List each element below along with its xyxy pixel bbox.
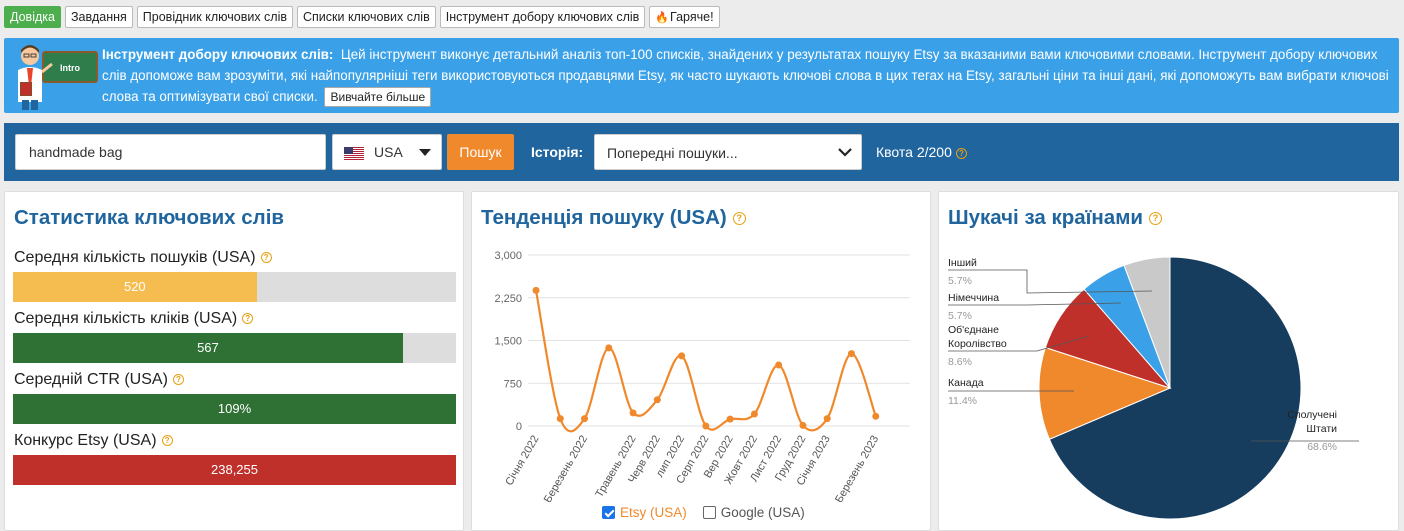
stat-bar-fill: 567 <box>13 333 403 363</box>
help-icon[interactable]: ? <box>955 147 967 159</box>
y-tick-label: 0 <box>516 421 522 433</box>
stat-label: Середній CTR (USA)? <box>14 371 184 389</box>
trend-point <box>847 350 855 358</box>
tab-hot-label: Гаряче! <box>670 10 714 24</box>
stat-label-text: Середня кількість кліків (USA) <box>14 310 238 327</box>
us-flag-icon <box>344 147 364 160</box>
history-select-value: Попередні пошуки... <box>607 145 738 161</box>
stat-bar-fill: 238,255 <box>13 455 456 485</box>
keyword-input[interactable] <box>15 134 326 170</box>
stat-label: Конкурс Etsy (USA)? <box>14 432 173 450</box>
stat-bar-track: 238,255 <box>13 455 456 485</box>
trend-point <box>775 361 783 369</box>
pie-label: Канада <box>948 377 984 389</box>
stat-label-text: Конкурс Etsy (USA) <box>14 432 157 449</box>
pie-label: Об'єднане <box>948 324 999 336</box>
trend-point <box>629 409 637 417</box>
history-select[interactable]: Попередні пошуки... <box>594 134 862 170</box>
help-icon[interactable]: ? <box>242 313 254 325</box>
trend-point <box>726 415 734 423</box>
tab-keyword-lists[interactable]: Списки ключових слів <box>297 6 436 28</box>
info-banner: Intro Інструмент добору ключових слів: Ц… <box>4 38 1399 113</box>
trend-point <box>605 344 613 352</box>
help-icon[interactable]: ? <box>260 252 272 264</box>
trend-point <box>823 415 831 423</box>
pie-percent-label: 11.4% <box>948 395 977 407</box>
legend-google[interactable]: Google (USA) <box>702 505 805 520</box>
legend-etsy-label: Etsy (USA) <box>620 505 687 520</box>
trend-legend: Etsy (USA) Google (USA) <box>602 505 805 520</box>
banner-title: Інструмент добору ключових слів: <box>102 47 334 62</box>
y-tick-label: 1,500 <box>494 336 522 348</box>
stat-label: Середня кількість пошуків (USA)? <box>14 249 272 267</box>
y-tick-label: 3,000 <box>494 250 522 262</box>
pie-percent-label: 68.6% <box>1307 441 1337 453</box>
search-trend-panel: Тенденція пошуку (USA)? 0 750 1,500 2,250 3,… <box>471 191 931 531</box>
search-button[interactable]: Пошук <box>447 134 514 170</box>
tab-tasks[interactable]: Завдання <box>64 6 133 28</box>
country-select-value: USA <box>374 144 403 160</box>
keyword-stats-panel: Статистика ключових слів Середня кількіс… <box>4 191 464 531</box>
trend-point <box>532 286 540 294</box>
teacher-mascot-icon: Intro <box>18 45 98 110</box>
search-trend-chart: 07501,5002,2503,000Січня 2022 Березень 20… <box>494 250 910 503</box>
stat-label-text: Середня кількість пошуків (USA) <box>14 249 256 266</box>
pie-label: Інший <box>948 257 977 269</box>
chevron-down-icon <box>838 148 852 157</box>
legend-etsy[interactable]: Etsy (USA) <box>602 505 687 520</box>
legend-google-label: Google (USA) <box>720 505 805 520</box>
tab-help[interactable]: Довідка <box>4 6 61 28</box>
stat-bar-track: 520 <box>13 272 456 302</box>
stat-bar-track: 567 <box>13 333 456 363</box>
quota-value: Квота 2/200 <box>876 144 952 160</box>
stat-bar-track: 109% <box>13 394 456 424</box>
quota-text: Квота 2/200? <box>876 144 967 160</box>
stat-label-text: Середній CTR (USA) <box>14 371 168 388</box>
country-pie-chart: Сполучені Штати 68.6% Канада 11.4% Об'єднане К… <box>948 256 1359 520</box>
top-tabs: Довідка Завдання Провідник ключових слів… <box>4 6 720 28</box>
x-tick-label: Травень 2022 <box>594 434 639 500</box>
trend-point <box>872 412 880 420</box>
stat-label: Середня кількість кліків (USA)? <box>14 310 254 328</box>
pie-label: Німеччина <box>948 292 999 304</box>
help-icon[interactable]: ? <box>161 435 173 447</box>
checkbox-checked-icon[interactable] <box>602 506 615 519</box>
checkbox-unchecked-icon[interactable] <box>702 506 716 519</box>
help-icon[interactable]: ? <box>172 374 184 386</box>
trend-point <box>702 422 710 430</box>
pie-percent-label: 8.6% <box>948 356 972 368</box>
pie-label: Королівство <box>948 338 1007 350</box>
trend-point <box>750 410 758 418</box>
trend-point <box>581 415 589 423</box>
pie-percent-label: 5.7% <box>948 310 972 322</box>
keyword-stats-title: Статистика ключових слів <box>14 206 284 229</box>
stat-bar-fill: 520 <box>13 272 257 302</box>
stat-bar-fill: 109% <box>13 394 456 424</box>
x-tick-label: Березень 2022 <box>542 434 590 503</box>
banner-text: Інструмент добору ключових слів: Цей інс… <box>102 44 1392 108</box>
searchers-by-country-panel: Шукачі за країнами? Сполучені Штати 68.6% К… <box>938 191 1399 531</box>
fire-icon: 🔥 <box>655 12 670 24</box>
search-bar: USA Пошук Історія: Попередні пошуки... К… <box>4 123 1399 181</box>
country-select[interactable]: USA <box>332 134 442 170</box>
trend-point <box>678 352 686 360</box>
history-label: Історія: <box>531 144 584 160</box>
tab-keyword-explorer[interactable]: Провідник ключових слів <box>136 6 293 28</box>
pie-label: Сполучені <box>1287 409 1337 421</box>
x-tick-label: Березень 2023 <box>833 434 881 503</box>
pie-percent-label: 5.7% <box>948 275 972 287</box>
trend-point <box>556 415 564 423</box>
y-tick-label: 2,250 <box>494 293 522 305</box>
trend-point <box>653 396 661 404</box>
tab-hot[interactable]: 🔥Гаряче! <box>649 6 720 28</box>
trend-line-etsy <box>534 290 877 433</box>
caret-down-icon <box>419 149 431 156</box>
learn-more-button[interactable]: Вивчайте більше <box>324 87 432 108</box>
y-tick-label: 750 <box>504 378 522 390</box>
pie-label: Штати <box>1306 423 1337 435</box>
x-tick-label: Січня 2022 <box>503 434 541 488</box>
trend-point <box>799 421 807 429</box>
mascot-board-text: Intro <box>60 63 80 73</box>
tab-keyword-tool[interactable]: Інструмент добору ключових слів <box>439 6 646 28</box>
